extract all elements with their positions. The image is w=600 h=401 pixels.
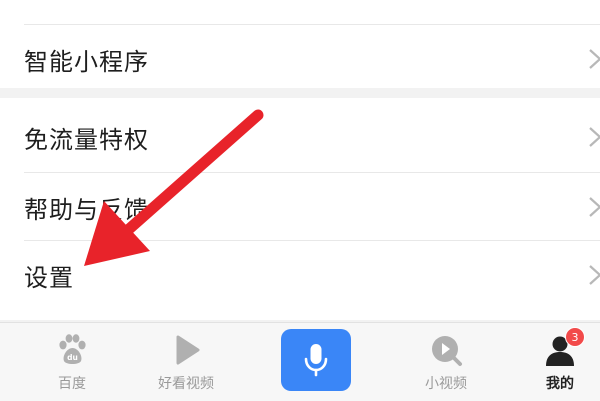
tab-label: 百度 (58, 376, 86, 392)
menu-item-settings[interactable]: 设置 (0, 242, 600, 308)
play-icon (176, 335, 200, 365)
tab-label: 我的 (546, 376, 574, 392)
mini-video-icon (432, 336, 462, 366)
menu-item-mini-programs[interactable]: 智能小程序 (0, 26, 600, 92)
divider (24, 240, 600, 241)
divider (24, 24, 600, 25)
tab-mine[interactable]: 3 我的 (500, 323, 600, 401)
menu-item-label: 帮助与反馈 (24, 195, 149, 224)
menu-list: 免流量特权 帮助与反馈 设置 (0, 98, 600, 320)
notification-badge: 3 (565, 327, 585, 347)
user-icon-wrapper: 3 (543, 327, 585, 367)
chevron-right-icon (589, 265, 600, 285)
svg-text:du: du (67, 353, 78, 362)
tab-baidu[interactable]: du 百度 (12, 323, 132, 401)
menu-item-label: 智能小程序 (24, 47, 149, 76)
chevron-right-icon (589, 127, 600, 147)
divider (24, 172, 600, 173)
tab-haokan-video[interactable]: 好看视频 (126, 323, 246, 401)
chevron-right-icon (589, 197, 600, 217)
tab-label: 小视频 (425, 376, 467, 392)
tab-label: 好看视频 (158, 376, 214, 392)
menu-item-label: 免流量特权 (24, 125, 149, 154)
baidu-paw-icon: du (59, 334, 86, 364)
menu-item-help-feedback[interactable]: 帮助与反馈 (0, 174, 600, 240)
tab-mini-video[interactable]: 小视频 (386, 323, 506, 401)
mini-program-section: 智能小程序 (0, 0, 600, 88)
menu-item-data-free[interactable]: 免流量特权 (0, 104, 600, 170)
bottom-tab-bar: du 百度 好看视频 小视频 3 我的 (0, 322, 600, 401)
microphone-icon (304, 344, 328, 377)
chevron-right-icon (589, 49, 600, 69)
menu-item-label: 设置 (24, 263, 74, 292)
voice-search-button[interactable] (281, 329, 351, 391)
